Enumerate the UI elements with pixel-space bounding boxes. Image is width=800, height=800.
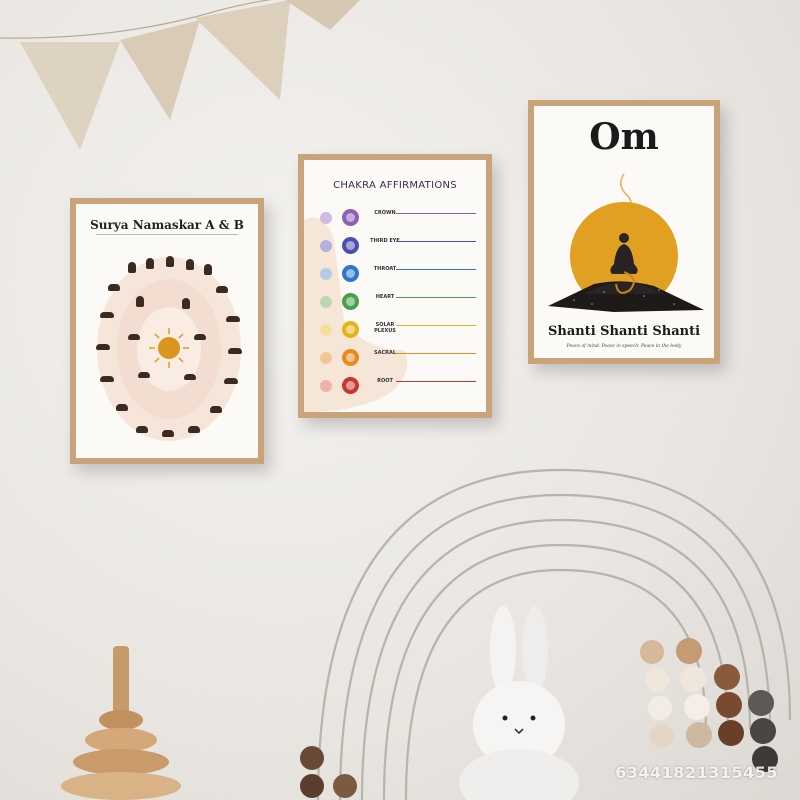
bead	[648, 696, 672, 720]
bead	[640, 640, 664, 664]
bead	[686, 722, 712, 748]
bead	[750, 718, 776, 744]
watermark: 63441821315455	[615, 763, 778, 782]
bead-abacus	[300, 746, 357, 798]
bead	[716, 692, 742, 718]
bead	[718, 720, 744, 746]
stacking-toy	[61, 646, 181, 800]
bead	[748, 690, 774, 716]
bead	[714, 664, 740, 690]
bead	[676, 638, 702, 664]
bunny-plush	[459, 606, 579, 800]
bead	[680, 666, 706, 692]
bead	[645, 668, 669, 692]
bead	[650, 724, 674, 748]
bead	[684, 694, 710, 720]
